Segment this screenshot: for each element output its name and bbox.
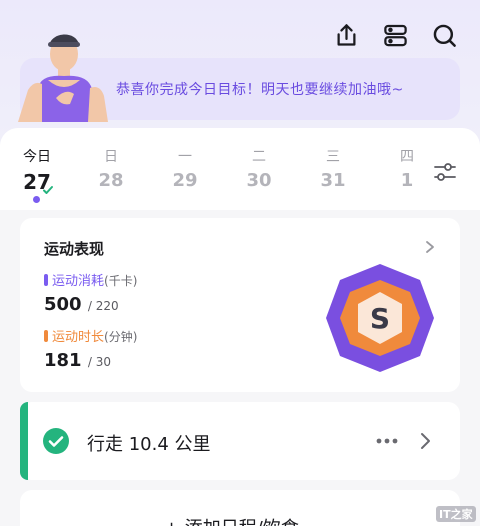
devices-icon[interactable] <box>382 22 409 49</box>
filter-sliders-icon[interactable] <box>433 160 457 184</box>
goal-check-icon <box>43 186 53 194</box>
banner-message: 恭喜你完成今日目标！明天也要继续加油哦~ <box>116 82 404 98</box>
duration-label: 运动时长(分钟) <box>44 326 137 345</box>
header-actions <box>333 22 458 49</box>
chevron-right-icon[interactable] <box>424 240 436 254</box>
calories-value: 500 / 220 <box>44 294 119 315</box>
more-icon[interactable] <box>376 438 398 444</box>
duration-value: 181 / 30 <box>44 350 111 371</box>
search-icon[interactable] <box>431 22 458 49</box>
date-item-29[interactable]: 一 29 <box>165 146 205 191</box>
badge-letter: S <box>370 302 390 335</box>
chevron-right-icon[interactable] <box>419 432 431 450</box>
performance-title: 运动表现 <box>44 240 105 258</box>
date-item-28[interactable]: 日 28 <box>91 146 131 191</box>
active-day-dot <box>33 196 40 203</box>
watermark: IT之家 <box>436 506 476 522</box>
activity-accent-bar <box>20 402 28 480</box>
date-item-1[interactable]: 四 1 <box>387 146 427 191</box>
calories-label: 运动消耗(千卡) <box>44 270 137 289</box>
add-schedule-label: + 添加日程/饮食 <box>164 514 299 526</box>
date-item-31[interactable]: 三 31 <box>313 146 353 191</box>
achievement-badge-icon: S <box>326 264 434 372</box>
check-circle-icon <box>43 428 69 454</box>
date-item-30[interactable]: 二 30 <box>239 146 279 191</box>
share-icon[interactable] <box>333 22 360 49</box>
avatar-illustration <box>18 34 108 122</box>
activity-text: 行走 10.4 公里 <box>87 434 211 455</box>
